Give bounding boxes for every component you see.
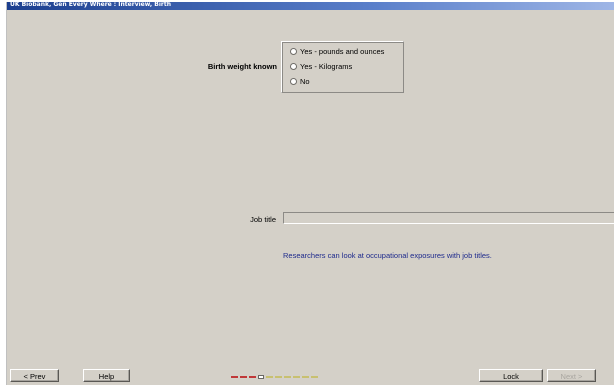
- radio-option-label: Yes - pounds and ounces: [300, 46, 385, 56]
- radio-option-kilograms[interactable]: Yes - Kilograms: [290, 61, 352, 71]
- lock-button[interactable]: Lock: [479, 369, 543, 382]
- progress-step-remaining: [275, 376, 282, 378]
- help-button[interactable]: Help: [83, 369, 130, 382]
- interview-window: UK Biobank, Gen Every Where : Interview,…: [6, 1, 614, 385]
- radio-option-pounds-ounces[interactable]: Yes - pounds and ounces: [290, 46, 384, 56]
- radio-option-no[interactable]: No: [290, 76, 310, 86]
- title-bar: UK Biobank, Gen Every Where : Interview,…: [7, 1, 614, 10]
- progress-indicator: [231, 375, 320, 379]
- radio-button-icon[interactable]: [290, 47, 297, 55]
- radio-button-icon[interactable]: [290, 77, 297, 85]
- progress-step-remaining: [266, 376, 273, 378]
- next-button[interactable]: Next >: [547, 369, 596, 382]
- window-title: UK Biobank, Gen Every Where : Interview,…: [10, 1, 171, 8]
- job-title-help-note: Researchers can look at occupational exp…: [283, 251, 492, 260]
- progress-step-remaining: [311, 376, 318, 378]
- job-title-label: Job title: [250, 215, 276, 224]
- progress-step-completed: [240, 376, 247, 378]
- radio-option-label: No: [300, 76, 310, 86]
- birth-weight-label: Birth weight known: [207, 62, 277, 71]
- progress-step-completed: [249, 376, 256, 378]
- progress-step-current: [258, 375, 264, 379]
- job-title-input[interactable]: [283, 212, 614, 224]
- prev-button[interactable]: < Prev: [10, 369, 59, 382]
- progress-step-remaining: [284, 376, 291, 378]
- progress-step-remaining: [302, 376, 309, 378]
- navigation-bar: < Prev Help Lock Next >: [7, 367, 614, 385]
- radio-option-label: Yes - Kilograms: [300, 61, 353, 71]
- progress-step-remaining: [293, 376, 300, 378]
- progress-step-completed: [231, 376, 238, 378]
- birth-weight-radio-group: Yes - pounds and ounces Yes - Kilograms …: [281, 41, 404, 93]
- radio-button-icon[interactable]: [290, 62, 297, 70]
